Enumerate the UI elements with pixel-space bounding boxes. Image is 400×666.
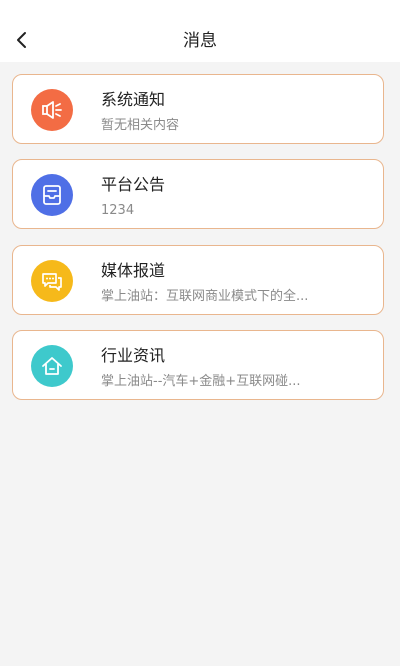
card-subtitle: 掌上油站--汽车+金融+互联网碰... <box>101 374 301 389</box>
chat-icon <box>42 273 62 291</box>
card-title: 平台公告 <box>101 175 166 194</box>
inbox-icon <box>43 185 61 205</box>
system-notice-icon-badge <box>31 89 73 131</box>
message-card-industry-news[interactable]: 行业资讯 掌上油站--汽车+金融+互联网碰... <box>12 330 384 400</box>
message-card-media-coverage[interactable]: 媒体报道 掌上油站：互联网商业模式下的全... <box>12 245 384 315</box>
speaker-icon <box>42 101 62 119</box>
media-coverage-icon-badge <box>31 260 73 302</box>
platform-announcement-icon-badge <box>31 174 73 216</box>
card-subtitle: 1234 <box>101 203 135 218</box>
card-title: 媒体报道 <box>101 261 166 280</box>
message-card-system-notice[interactable]: 系统通知 暂无相关内容 <box>12 74 384 144</box>
page-title: 消息 <box>183 31 217 51</box>
card-subtitle: 暂无相关内容 <box>101 118 180 133</box>
card-title: 系统通知 <box>101 90 166 109</box>
message-card-platform-announcement[interactable]: 平台公告 1234 <box>12 159 384 229</box>
card-title: 行业资讯 <box>101 346 166 365</box>
industry-news-icon-badge <box>31 345 73 387</box>
top-bar: 消息 <box>0 0 400 62</box>
card-subtitle: 掌上油站：互联网商业模式下的全... <box>101 289 309 304</box>
home-icon <box>42 357 62 375</box>
